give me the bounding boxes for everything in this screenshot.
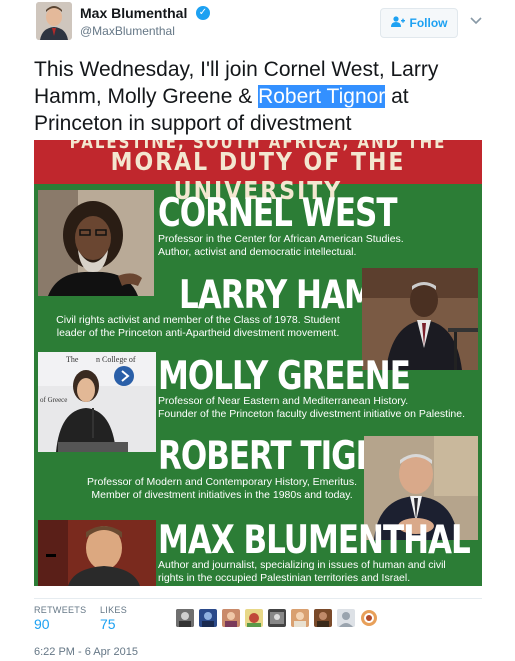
photo-max-blumenthal — [38, 520, 156, 586]
photo-molly-greene: The n College of of Greece — [38, 352, 156, 452]
speaker-desc-line: leader of the Princeton anti-Apartheid d… — [56, 327, 340, 339]
liker-avatar[interactable] — [314, 609, 332, 627]
avatar[interactable] — [36, 2, 72, 40]
speaker-desc-line: rights in the occupied Palestinian terri… — [158, 572, 411, 584]
likes-count[interactable]: 75 — [100, 616, 116, 632]
speaker-desc-line: Member of divestment initiatives in the … — [91, 489, 353, 501]
speaker-name-molly-greene: MOLLY GREENE — [158, 354, 411, 399]
liker-avatar[interactable] — [360, 609, 378, 627]
retweets-count[interactable]: 90 — [34, 616, 50, 632]
tweet-highlighted-text[interactable]: Robert Tignor — [258, 85, 386, 108]
liker-avatar[interactable] — [291, 609, 309, 627]
speaker-desc-robert-tignor: Professor of Modern and Contemporary His… — [74, 476, 370, 502]
liker-avatar[interactable] — [176, 609, 194, 627]
tweet-text: This Wednesday, I'll join Cornel West, L… — [34, 56, 484, 137]
speaker-desc-line: Founder of the Princeton faculty divestm… — [158, 408, 466, 420]
liker-avatar[interactable] — [245, 609, 263, 627]
verified-badge-icon: ✓ — [196, 6, 210, 20]
speaker-desc-line: Professor of Near Eastern and Mediterran… — [158, 395, 409, 407]
author-handle[interactable]: @MaxBlumenthal — [80, 24, 175, 38]
follow-label: Follow — [409, 16, 448, 30]
tweet-stats: RETWEETS 90 LIKES 75 — [34, 598, 482, 636]
liker-avatar[interactable] — [222, 609, 240, 627]
tweet-timestamp[interactable]: 6:22 PM - 6 Apr 2015 — [34, 646, 138, 658]
author-name[interactable]: Max Blumenthal — [80, 5, 187, 21]
speaker-desc-max-blumenthal: Author and journalist, specializing in i… — [158, 559, 446, 585]
liker-avatar[interactable] — [337, 609, 355, 627]
speaker-name-max-blumenthal: MAX BLUMENTHAL — [158, 518, 471, 563]
liker-avatar[interactable] — [199, 609, 217, 627]
chevron-down-icon[interactable] — [470, 14, 482, 28]
poster-title-banner: PALESTINE, SOUTH AFRICA, AND THE MORAL D… — [34, 140, 482, 206]
photo-cornel-west — [38, 190, 154, 296]
photo-sign-text: n College of — [96, 355, 136, 364]
speaker-desc-line: Professor of Modern and Contemporary His… — [87, 476, 357, 488]
speaker-desc-line: Author, activist and democratic intellec… — [158, 246, 357, 258]
speaker-desc-molly-greene: Professor of Near Eastern and Mediterran… — [158, 395, 465, 421]
speaker-desc-line: Civil rights activist and member of the … — [56, 314, 340, 326]
speaker-desc-larry-hamm: Civil rights activist and member of the … — [34, 314, 362, 340]
speaker-name-cornel-west: CORNEL WEST — [158, 191, 397, 236]
likes-label: LIKES — [100, 605, 128, 615]
speaker-desc-line: Professor in the Center for African Amer… — [158, 233, 404, 245]
retweets-label: RETWEETS — [34, 605, 87, 615]
liker-avatar[interactable] — [268, 609, 286, 627]
follow-button[interactable]: Follow — [380, 8, 458, 38]
tweet-media-poster[interactable]: PALESTINE, SOUTH AFRICA, AND THE MORAL D… — [34, 140, 482, 586]
speaker-desc-cornel-west: Professor in the Center for African Amer… — [158, 233, 404, 259]
add-user-icon — [390, 16, 405, 30]
tweet-header: Max Blumenthal ✓ @MaxBlumenthal Follow — [0, 0, 515, 48]
photo-sign-text: The — [66, 355, 79, 364]
photo-sign-text: of Greece — [40, 396, 68, 404]
speaker-desc-line: Author and journalist, specializing in i… — [158, 559, 446, 571]
